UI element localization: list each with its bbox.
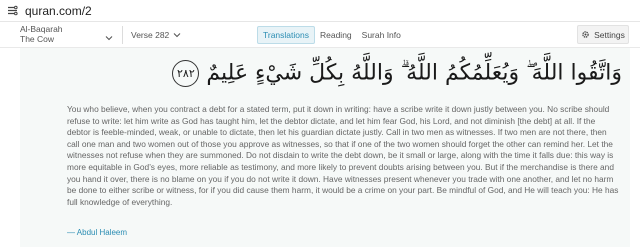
arabic-verse: وَاتَّقُوا اللَّهَ ۖ وَيُعَلِّمُكُمُ الل… xyxy=(168,60,622,87)
verse-card: وَاتَّقُوا اللَّهَ ۖ وَيُعَلِّمُكُمُ الل… xyxy=(20,48,630,247)
chevron-down-icon xyxy=(172,30,182,40)
tab-surah-info[interactable]: Surah Info xyxy=(357,26,406,44)
surah-navbar: Al-Baqarah The Cow Verse 282 Translation… xyxy=(0,22,640,48)
verse-number-marker: ٢٨٢ xyxy=(172,60,200,87)
arabic-text: وَاتَّقُوا اللَّهَ ۖ وَيُعَلِّمُكُمُ الل… xyxy=(206,60,622,86)
address-bar[interactable]: quran.com/2 xyxy=(0,0,640,22)
settings-label: Settings xyxy=(594,29,625,40)
verse-selector[interactable]: Verse 282 xyxy=(131,27,182,43)
verse-translation: You who believe, when you contract a deb… xyxy=(67,104,619,207)
url-text[interactable]: quran.com/2 xyxy=(25,4,92,18)
view-tabs: Translations Reading Surah Info xyxy=(257,26,406,44)
gear-icon xyxy=(582,31,589,38)
divider xyxy=(122,26,123,44)
translator-link[interactable]: — Abdul Haleem xyxy=(67,228,127,237)
chevron-down-icon xyxy=(104,30,114,41)
verse-label: Verse 282 xyxy=(131,30,170,40)
tab-reading[interactable]: Reading xyxy=(315,26,357,44)
site-info-icon[interactable] xyxy=(6,5,18,17)
surah-translation: The Cow xyxy=(20,34,55,44)
tab-translations[interactable]: Translations xyxy=(257,26,315,44)
settings-button[interactable]: Settings xyxy=(577,25,629,44)
surah-selector[interactable]: Al-Baqarah The Cow xyxy=(20,24,116,48)
surah-name: Al-Baqarah xyxy=(20,24,63,34)
